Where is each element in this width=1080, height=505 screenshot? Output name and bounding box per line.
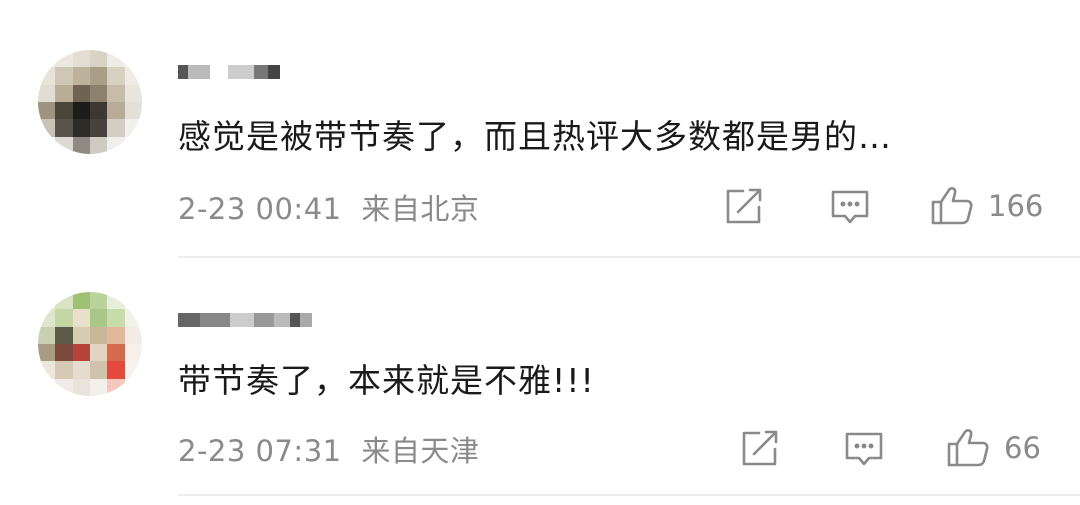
share-button[interactable] bbox=[740, 430, 780, 468]
comment-location: 来自天津 bbox=[361, 434, 480, 468]
comment-item: 感觉是被带节奏了，而且热评大多数都是男的… 2-23 00:41 来自北京 16… bbox=[0, 0, 1080, 258]
like-button[interactable]: 166 bbox=[930, 186, 1043, 226]
comment-location: 来自北京 bbox=[361, 192, 480, 226]
share-icon bbox=[742, 430, 778, 466]
comment-text: 带节奏了，本来就是不雅!!! bbox=[178, 361, 595, 400]
like-count: 66 bbox=[1004, 431, 1041, 465]
comment-item: 带节奏了，本来就是不雅!!! 2-23 07:31 来自天津 66 bbox=[0, 258, 1080, 505]
avatar[interactable] bbox=[38, 292, 142, 396]
share-button[interactable] bbox=[724, 188, 764, 226]
divider bbox=[178, 494, 1080, 496]
share-icon bbox=[726, 188, 762, 224]
reply-button[interactable] bbox=[844, 430, 884, 468]
comment-timestamp: 2-23 00:41 bbox=[178, 192, 342, 226]
thumbs-up-icon bbox=[931, 187, 973, 225]
username-blurred[interactable] bbox=[178, 62, 328, 82]
comment-timestamp: 2-23 07:31 bbox=[178, 434, 342, 468]
comment-icon bbox=[845, 432, 883, 466]
like-count: 166 bbox=[988, 189, 1044, 223]
thumbs-up-icon bbox=[947, 429, 989, 467]
comment-meta: 2-23 07:31 来自天津 bbox=[178, 428, 479, 470]
comment-icon bbox=[831, 190, 869, 224]
like-button[interactable]: 66 bbox=[946, 428, 1041, 468]
avatar[interactable] bbox=[38, 50, 142, 154]
username-blurred[interactable] bbox=[178, 310, 328, 330]
comment-text: 感觉是被带节奏了，而且热评大多数都是男的… bbox=[178, 117, 892, 156]
comment-meta: 2-23 00:41 来自北京 bbox=[178, 186, 479, 228]
reply-button[interactable] bbox=[830, 188, 870, 226]
